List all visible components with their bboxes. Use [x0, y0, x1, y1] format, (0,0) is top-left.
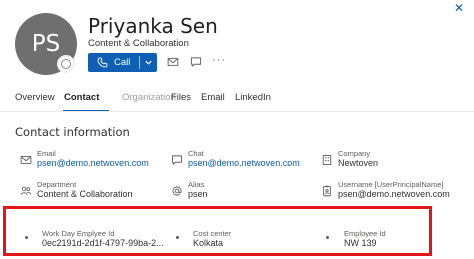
chat-icon	[191, 57, 201, 67]
chat-label: Chat	[188, 149, 204, 158]
mail-icon	[20, 154, 32, 166]
people-icon	[20, 185, 32, 197]
tab-files[interactable]: Files	[171, 92, 191, 103]
email-link[interactable]: psen@demo.netwoven.com	[37, 158, 149, 168]
person-department: Content & Collaboration	[88, 38, 189, 49]
company-label: Company	[338, 149, 371, 158]
avatar-initials: PS	[31, 31, 61, 57]
chat-link[interactable]: psen@demo.netwoven.com	[188, 158, 300, 168]
close-icon[interactable]: ✕	[454, 1, 464, 15]
building-icon	[321, 154, 333, 166]
mail-icon	[167, 58, 179, 66]
employee-id-value: NW 139	[344, 238, 377, 248]
person-name: Priyanka Sen	[88, 14, 218, 38]
tab-overview[interactable]: Overview	[15, 92, 55, 103]
workday-employee-id-value: 0ec2191d-2d1f-4797-99ba-2...	[42, 238, 164, 248]
email-action-button[interactable]	[167, 56, 179, 68]
email-label: Email	[37, 149, 56, 158]
department-value: Content & Collaboration	[37, 189, 133, 199]
call-options-dropdown[interactable]	[140, 53, 157, 72]
workday-employee-id-label: Work Day Emplyee Id	[42, 229, 115, 238]
at-icon	[171, 185, 183, 197]
cost-center-value: Kolkata	[193, 238, 224, 248]
department-label: Department	[37, 180, 77, 189]
bullet-icon	[326, 236, 329, 239]
chat-action-button[interactable]	[190, 56, 202, 68]
company-value: Newtoven	[338, 158, 379, 168]
call-button[interactable]: Call	[88, 53, 157, 72]
bullet-icon	[25, 236, 28, 239]
chat-icon	[171, 154, 183, 166]
call-main-button[interactable]: Call	[88, 53, 139, 72]
presence-offline-icon	[57, 55, 75, 73]
phone-icon	[97, 57, 108, 68]
id-badge-icon	[321, 185, 333, 197]
section-title-contact-information: Contact information	[15, 125, 130, 139]
bullet-icon	[176, 236, 179, 239]
call-label: Call	[114, 57, 131, 68]
tabs-divider	[0, 111, 474, 112]
tab-organization[interactable]: Organization	[122, 92, 176, 103]
username-value: psen@demo.netwoven.com	[338, 189, 450, 199]
tab-contact[interactable]: Contact	[64, 92, 99, 103]
username-label: Username [UserPrincipalName]	[338, 180, 444, 189]
more-actions-button[interactable]: ···	[212, 54, 226, 66]
alias-label: Alias	[188, 180, 205, 189]
cost-center-label: Cost center	[193, 229, 232, 238]
employee-id-label: Employee Id	[344, 229, 386, 238]
chevron-down-icon	[145, 60, 152, 65]
tab-linkedin[interactable]: LinkedIn	[235, 92, 271, 103]
alias-value: psen	[188, 189, 208, 199]
more-icon[interactable]: ···	[212, 54, 226, 66]
close-button[interactable]: ✕	[452, 1, 466, 15]
tab-email[interactable]: Email	[201, 92, 225, 103]
